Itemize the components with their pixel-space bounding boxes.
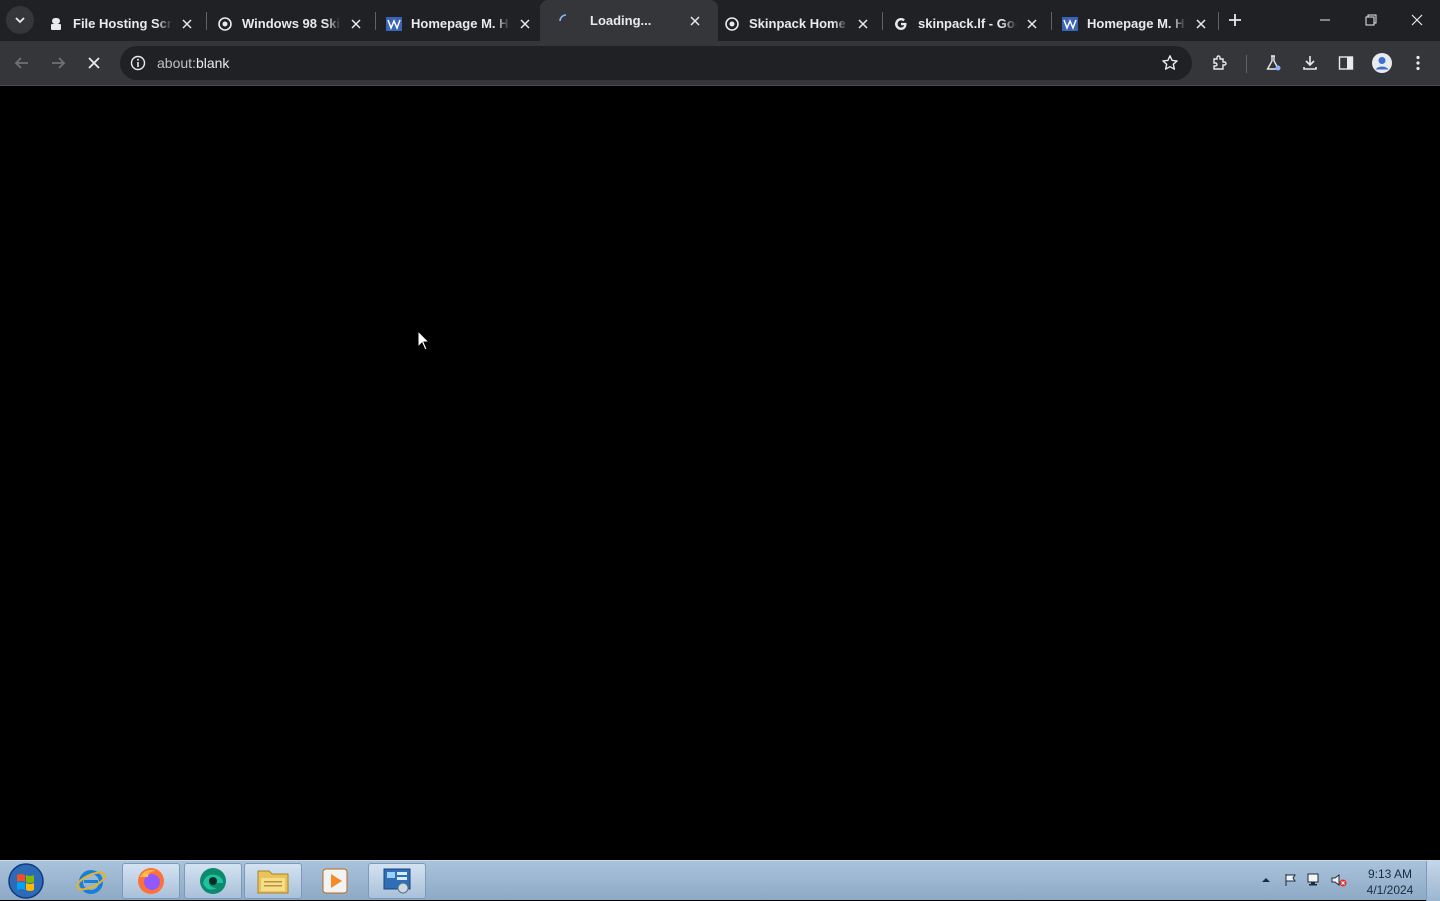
flag-icon <box>1285 874 1296 886</box>
close-icon[interactable] <box>347 15 365 33</box>
chevron-up-icon <box>1262 878 1270 882</box>
clock-date: 4/1/2024 <box>1366 883 1414 897</box>
skinpack-icon <box>724 16 740 32</box>
tab-strip: File Hosting Scripts Windows 98 SkinPack… <box>0 0 1440 41</box>
tab-homepage-horn-2[interactable]: Homepage M. Horn <box>1052 6 1218 41</box>
volume-tray[interactable] <box>1330 871 1348 889</box>
start-button[interactable] <box>6 862 46 900</box>
forward-button[interactable] <box>44 49 72 77</box>
firefox-icon <box>138 868 164 894</box>
tab-windows98-skinpack[interactable]: Windows 98 SkinPack <box>207 6 373 41</box>
url-host: blank <box>195 55 230 71</box>
control-panel-icon <box>383 868 411 894</box>
internet-explorer-icon <box>76 870 106 894</box>
toolbar-divider <box>1246 55 1247 73</box>
tab-skinpack-home[interactable]: Skinpack Home - <box>714 6 880 41</box>
mouse-cursor-icon <box>417 329 431 357</box>
tab-title: Homepage M. Horn <box>1087 16 1186 31</box>
tab-loading[interactable]: Loading... <box>540 0 718 41</box>
puzzle-icon <box>1213 55 1227 70</box>
file-hosting-icon <box>48 16 64 32</box>
taskbar-internet-explorer[interactable] <box>62 863 120 899</box>
url-scheme: about: <box>157 55 196 71</box>
url-text[interactable]: about:blank <box>157 55 229 71</box>
avatar-icon <box>1372 53 1392 73</box>
action-center-tray[interactable] <box>1282 871 1300 889</box>
kebab-menu-icon <box>1416 55 1420 71</box>
media-player-icon <box>322 868 348 894</box>
flask-icon <box>1266 55 1281 71</box>
show-desktop-button[interactable] <box>1426 861 1440 901</box>
arrow-left-icon <box>14 57 28 69</box>
stop-icon <box>88 57 100 69</box>
restore-icon <box>1365 14 1377 26</box>
close-icon[interactable] <box>516 15 534 33</box>
side-panel-button[interactable] <box>1332 49 1360 77</box>
tab-title: Loading... <box>590 13 652 28</box>
side-panel-icon <box>1338 56 1354 70</box>
tab-title: Windows 98 SkinPack <box>242 16 341 31</box>
plus-icon <box>1229 14 1241 26</box>
labs-button[interactable] <box>1259 49 1287 77</box>
taskbar: 9:13 AM 4/1/2024 <box>0 860 1440 901</box>
taskbar-edge-beta[interactable] <box>184 863 242 899</box>
site-info-icon[interactable] <box>128 53 148 73</box>
volume-muted-icon <box>1331 874 1347 887</box>
arrow-right-icon <box>52 57 66 69</box>
tab-title: Homepage M. Horn <box>411 16 510 31</box>
minimize-icon <box>1320 19 1330 21</box>
close-icon <box>1411 14 1423 26</box>
bookmark-star-icon[interactable] <box>1160 53 1180 73</box>
menu-button[interactable] <box>1404 49 1432 77</box>
close-icon[interactable] <box>178 15 196 33</box>
taskbar-file-explorer[interactable] <box>244 863 302 899</box>
extensions-button[interactable] <box>1206 49 1234 77</box>
tab-google-search[interactable]: skinpack.lf - Google <box>883 6 1049 41</box>
homepage-icon <box>1062 16 1078 32</box>
network-icon <box>1307 873 1319 886</box>
windows-orb-icon <box>8 863 44 899</box>
stop-loading-button[interactable] <box>80 49 108 77</box>
edge-icon <box>200 868 226 894</box>
downloads-button[interactable] <box>1296 49 1324 77</box>
network-tray[interactable] <box>1305 871 1323 889</box>
show-hidden-icons-button[interactable] <box>1257 871 1275 889</box>
close-icon[interactable] <box>1023 15 1041 33</box>
taskbar-firefox[interactable] <box>122 863 180 899</box>
profile-button[interactable] <box>1368 49 1396 77</box>
google-icon <box>893 16 909 32</box>
tab-homepage-horn[interactable]: Homepage M. Horn <box>376 6 542 41</box>
system-clock[interactable]: 9:13 AM 4/1/2024 <box>1360 866 1420 898</box>
close-icon[interactable] <box>854 15 872 33</box>
close-icon[interactable] <box>1192 15 1210 33</box>
restore-button[interactable] <box>1348 0 1394 40</box>
tab-separator <box>1218 12 1219 30</box>
taskbar-control-panel[interactable] <box>368 863 426 899</box>
homepage-icon <box>386 16 402 32</box>
loading-spinner-icon <box>558 13 574 29</box>
tab-search-button[interactable] <box>6 6 34 34</box>
download-icon <box>1303 56 1317 70</box>
back-button[interactable] <box>8 49 36 77</box>
tab-title: File Hosting Scripts <box>73 16 172 31</box>
address-bar[interactable]: about:blank <box>120 46 1192 80</box>
page-viewport[interactable] <box>0 87 1440 860</box>
tab-title: skinpack.lf - Google <box>918 16 1017 31</box>
tab-file-hosting[interactable]: File Hosting Scripts <box>38 6 204 41</box>
chevron-down-icon <box>15 17 25 24</box>
new-tab-button[interactable] <box>1223 8 1247 32</box>
close-window-button[interactable] <box>1394 0 1440 40</box>
tab-title: Skinpack Home - <box>749 16 848 31</box>
browser-toolbar: about:blank <box>0 41 1440 86</box>
close-icon[interactable] <box>686 12 704 30</box>
minimize-button[interactable] <box>1302 0 1348 40</box>
folder-icon <box>257 870 289 894</box>
clock-time: 9:13 AM <box>1367 867 1413 881</box>
skinpack-icon <box>217 16 233 32</box>
taskbar-media-player[interactable] <box>306 863 364 899</box>
